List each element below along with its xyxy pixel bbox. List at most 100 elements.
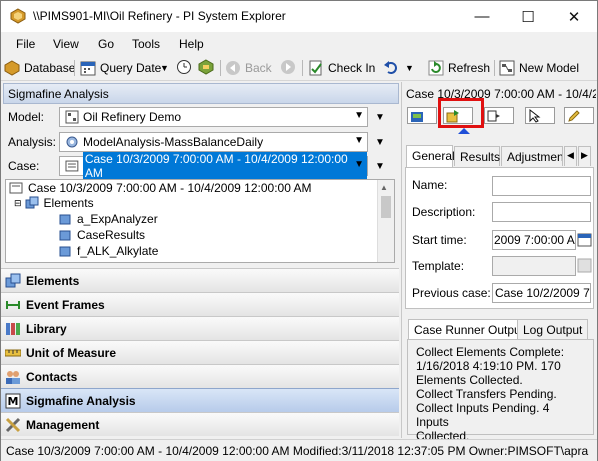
collapse-icon[interactable]: ⊟ <box>14 198 22 209</box>
tree-item-label: a_ExpAnalyzer <box>77 212 158 226</box>
maximize-button[interactable]: ☐ <box>505 1 551 32</box>
scroll-up-icon[interactable]: ▲ <box>380 183 388 192</box>
toolbar-separator <box>494 60 495 76</box>
menu-file[interactable]: File <box>16 37 35 51</box>
start-time-field[interactable]: 2009 7:00:00 AM <box>492 230 576 250</box>
clock-icon[interactable] <box>176 59 192 75</box>
tab-case-runner-output[interactable]: Case Runner Output <box>408 319 531 339</box>
case-pointer-button[interactable] <box>525 107 555 124</box>
case-tool-button[interactable] <box>407 107 437 124</box>
nav-management[interactable]: Management <box>1 412 399 436</box>
case-label: Case: <box>8 159 40 173</box>
name-field[interactable] <box>492 176 591 196</box>
menu-tools[interactable]: Tools <box>132 37 160 51</box>
element-icon <box>59 214 71 225</box>
database-icon <box>4 60 20 76</box>
nav-sigmafine-analysis[interactable]: M Sigmafine Analysis <box>1 388 399 412</box>
database-button[interactable]: Database <box>4 59 75 77</box>
check-in-label: Check In <box>328 61 376 75</box>
chevron-down-icon[interactable]: ▼ <box>354 135 364 146</box>
tree-root[interactable]: Case 10/3/2009 7:00:00 AM - 10/4/2009 12… <box>9 181 312 195</box>
start-time-label: Start time: <box>412 233 467 247</box>
forward-arrow-icon[interactable] <box>280 59 296 75</box>
refresh-button[interactable]: Refresh <box>428 59 490 77</box>
case-step-button[interactable] <box>484 107 514 124</box>
nav-management-label: Management <box>26 417 100 432</box>
description-label: Description: <box>412 205 476 219</box>
tree-elements-label: Elements <box>43 196 94 210</box>
refresh-label: Refresh <box>448 61 491 75</box>
time-range-icon[interactable] <box>198 59 214 75</box>
new-model-button[interactable]: New Model <box>499 59 579 77</box>
nav-contacts[interactable]: Contacts <box>1 364 399 388</box>
app-window: \\PIMS901-MI\Oil Refinery - PI System Ex… <box>0 0 598 461</box>
tree-item[interactable]: a_ExpAnalyzer <box>58 212 158 226</box>
tab-general[interactable]: General <box>406 145 455 167</box>
case-value: Case 10/3/2009 7:00:00 AM - 10/4/2009 12… <box>82 152 367 180</box>
nav-unit-of-measure[interactable]: Unit of Measure <box>1 340 399 364</box>
analysis-value: ModelAnalysis-MassBalanceDaily <box>83 135 264 149</box>
back-button[interactable]: Back <box>225 59 272 77</box>
model-options-arrow[interactable]: ▼ <box>375 112 385 123</box>
nav-event-frames[interactable]: Event Frames <box>1 292 399 316</box>
case-toolbar <box>404 104 596 134</box>
tab-log-output[interactable]: Log Output <box>517 319 589 339</box>
calendar-icon <box>80 61 96 76</box>
tab-scroll-right[interactable]: ▶ <box>578 146 591 166</box>
analysis-combo[interactable]: ModelAnalysis-MassBalanceDaily ▼ <box>59 132 368 152</box>
case-combo[interactable]: Case 10/3/2009 7:00:00 AM - 10/4/2009 12… <box>59 152 368 180</box>
back-label: Back <box>245 61 272 75</box>
previous-case-field[interactable]: Case 10/2/2009 7:00: <box>492 283 591 303</box>
close-button[interactable]: ✕ <box>551 1 597 32</box>
tree-item[interactable]: f_ALK_Alkylate <box>58 244 158 258</box>
nav-library-label: Library <box>26 321 67 336</box>
model-combo[interactable]: Oil Refinery Demo ▼ <box>59 107 368 127</box>
model-label: Model: <box>8 110 45 124</box>
case-edit-button[interactable] <box>564 107 594 124</box>
event-frames-icon <box>6 300 20 309</box>
back-arrow-icon <box>226 61 240 75</box>
analysis-options-arrow[interactable]: ▼ <box>375 137 385 148</box>
sigmafine-icon: M <box>5 393 21 408</box>
library-icon <box>6 322 20 335</box>
model-value: Oil Refinery Demo <box>83 110 182 124</box>
scroll-thumb[interactable] <box>381 196 391 218</box>
title-bar: \\PIMS901-MI\Oil Refinery - PI System Ex… <box>1 1 597 32</box>
selection-marker-icon <box>458 128 470 134</box>
edit-icon <box>568 110 580 122</box>
minimize-button[interactable]: — <box>459 1 505 32</box>
svg-text:M: M <box>8 395 19 408</box>
case-options-arrow[interactable]: ▼ <box>375 161 385 172</box>
elements-icon <box>5 273 21 287</box>
check-in-button[interactable]: Check In <box>308 59 375 77</box>
template-field <box>492 256 576 276</box>
pi-system-explorer-icon <box>10 8 26 24</box>
description-field[interactable] <box>492 202 591 222</box>
chevron-down-icon[interactable]: ▼ <box>354 159 364 170</box>
nav-event-frames-label: Event Frames <box>26 297 105 312</box>
tab-results[interactable]: Results <box>454 146 500 166</box>
new-model-icon <box>499 60 515 76</box>
tab-scroll-left[interactable]: ◀ <box>564 146 577 166</box>
nav-elements[interactable]: Elements <box>1 268 399 292</box>
menu-view[interactable]: View <box>53 37 79 51</box>
element-icon <box>59 230 71 241</box>
chevron-down-icon[interactable]: ▼ <box>160 59 169 77</box>
highlight-box <box>438 98 484 128</box>
tree-item[interactable]: CaseResults <box>58 228 145 242</box>
menu-go[interactable]: Go <box>98 37 114 51</box>
menu-help[interactable]: Help <box>179 37 204 51</box>
check-in-icon <box>309 60 322 76</box>
chevron-down-icon[interactable]: ▼ <box>354 110 364 121</box>
case-icon <box>65 160 79 172</box>
calendar-icon[interactable] <box>577 232 592 247</box>
undo-icon[interactable] <box>383 59 399 75</box>
tree-elements[interactable]: ⊟ Elements <box>14 196 94 210</box>
query-date-button[interactable]: Query Date <box>80 59 161 77</box>
chevron-down-icon[interactable]: ▼ <box>405 59 414 77</box>
nav-elements-label: Elements <box>26 273 80 288</box>
nav-library[interactable]: Library <box>1 316 399 340</box>
tree-scrollbar[interactable]: ▲ <box>377 180 394 262</box>
tab-adjustment[interactable]: Adjustment <box>501 146 563 166</box>
nav-unit-of-measure-label: Unit of Measure <box>26 345 117 360</box>
